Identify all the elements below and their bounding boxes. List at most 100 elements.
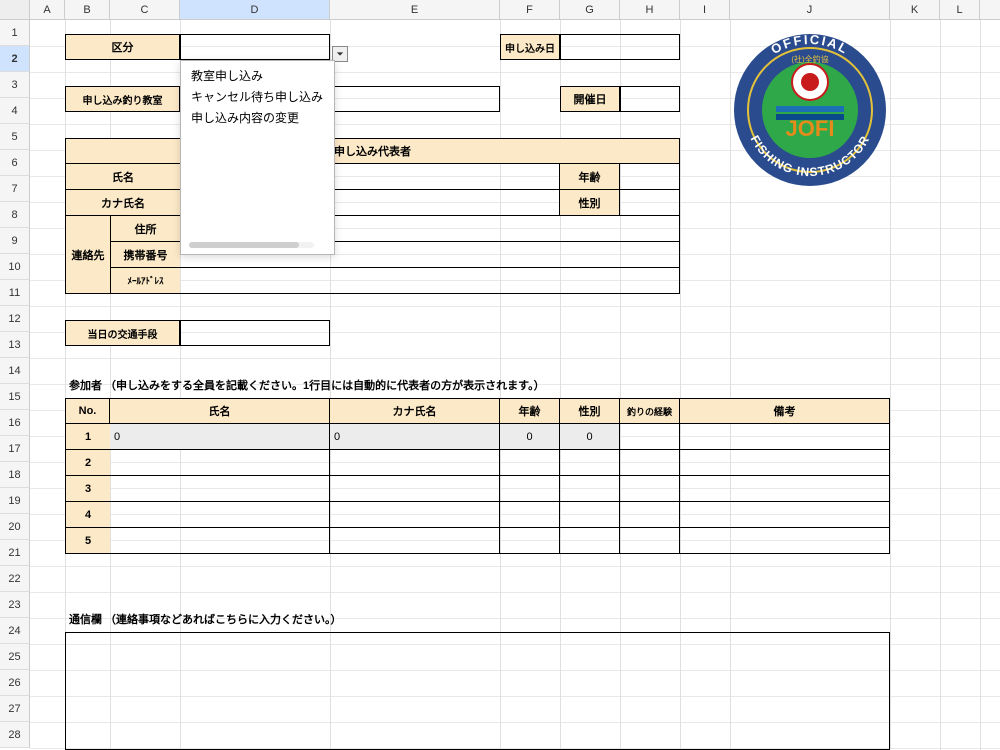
participant-cell-nenrei[interactable] <box>500 502 560 528</box>
participant-cell-biko[interactable] <box>680 450 890 476</box>
input-kubun[interactable] <box>180 34 330 60</box>
col-header-K[interactable]: K <box>890 0 940 19</box>
row-header-9[interactable]: 9 <box>0 228 30 254</box>
row-header-16[interactable]: 16 <box>0 410 30 436</box>
row-header-1[interactable]: 1 <box>0 20 30 46</box>
participant-cell-shimei[interactable] <box>110 502 330 528</box>
column-headers: ABCDEFGHIJKL <box>0 0 1000 20</box>
dropdown-scroll-thumb[interactable] <box>189 242 299 248</box>
row-header-19[interactable]: 19 <box>0 488 30 514</box>
row-header-25[interactable]: 25 <box>0 644 30 670</box>
participant-cell-seibetsu[interactable]: 0 <box>560 424 620 450</box>
label-kana: カナ氏名 <box>65 190 180 216</box>
input-seibetsu[interactable] <box>620 190 680 216</box>
participant-cell-kana[interactable] <box>330 502 500 528</box>
row-header-23[interactable]: 23 <box>0 592 30 618</box>
row-header-3[interactable]: 3 <box>0 72 30 98</box>
participant-cell-shimei[interactable] <box>110 476 330 502</box>
col-header-J[interactable]: J <box>730 0 890 19</box>
participant-cell-seibetsu[interactable] <box>560 476 620 502</box>
input-kaisaibi[interactable] <box>620 86 680 112</box>
input-mail[interactable] <box>180 268 680 294</box>
participant-cell-seibetsu[interactable] <box>560 502 620 528</box>
row-header-6[interactable]: 6 <box>0 150 30 176</box>
row-header-22[interactable]: 22 <box>0 566 30 592</box>
participant-cell-shimei[interactable] <box>110 528 330 554</box>
participant-cell-nenrei[interactable] <box>500 450 560 476</box>
row-header-8[interactable]: 8 <box>0 202 30 228</box>
col-header-D[interactable]: D <box>180 0 330 19</box>
participant-cell-shimei[interactable] <box>110 450 330 476</box>
participant-cell-keiken[interactable] <box>620 424 680 450</box>
col-header-L[interactable]: L <box>940 0 980 19</box>
participant-cell-biko[interactable] <box>680 502 890 528</box>
input-nenrei[interactable] <box>620 164 680 190</box>
row-header-24[interactable]: 24 <box>0 618 30 644</box>
label-jusho: 住所 <box>110 216 180 242</box>
participant-cell-seibetsu[interactable] <box>560 528 620 554</box>
participant-no: 4 <box>65 502 110 528</box>
select-all-corner[interactable] <box>0 0 30 19</box>
participant-cell-kana[interactable] <box>330 450 500 476</box>
row-header-20[interactable]: 20 <box>0 514 30 540</box>
label-kubun: 区分 <box>65 34 180 60</box>
row-header-11[interactable]: 11 <box>0 280 30 306</box>
dropdown-list[interactable]: 教室申し込み キャンセル待ち申し込み 申し込み内容の変更 <box>180 60 335 255</box>
row-header-27[interactable]: 27 <box>0 696 30 722</box>
col-header-G[interactable]: G <box>560 0 620 19</box>
row-header-15[interactable]: 15 <box>0 384 30 410</box>
participant-cell-shimei[interactable]: 0 <box>110 424 330 450</box>
row-header-7[interactable]: 7 <box>0 176 30 202</box>
participant-cell-nenrei[interactable]: 0 <box>500 424 560 450</box>
col-header-B[interactable]: B <box>65 0 110 19</box>
col-header-H[interactable]: H <box>620 0 680 19</box>
row-header-2[interactable]: 2 <box>0 46 30 72</box>
label-keitai: 携帯番号 <box>110 242 180 268</box>
participant-cell-seibetsu[interactable] <box>560 450 620 476</box>
col-header-I[interactable]: I <box>680 0 730 19</box>
participant-cell-biko[interactable] <box>680 528 890 554</box>
chevron-down-icon <box>336 50 344 58</box>
row-header-26[interactable]: 26 <box>0 670 30 696</box>
row-header-18[interactable]: 18 <box>0 462 30 488</box>
dropdown-option[interactable]: 申し込み内容の変更 <box>181 107 334 128</box>
th-shimei: 氏名 <box>110 398 330 424</box>
participant-cell-keiken[interactable] <box>620 450 680 476</box>
row-header-13[interactable]: 13 <box>0 332 30 358</box>
row-header-12[interactable]: 12 <box>0 306 30 332</box>
participant-cell-nenrei[interactable] <box>500 528 560 554</box>
th-no: No. <box>65 398 110 424</box>
col-header-E[interactable]: E <box>330 0 500 19</box>
participant-cell-keiken[interactable] <box>620 476 680 502</box>
th-kana: カナ氏名 <box>330 398 500 424</box>
participant-cell-kana[interactable] <box>330 528 500 554</box>
th-keiken: 釣りの経験 <box>620 398 680 424</box>
participant-cell-keiken[interactable] <box>620 502 680 528</box>
participant-cell-keiken[interactable] <box>620 528 680 554</box>
row-header-4[interactable]: 4 <box>0 98 30 124</box>
row-header-21[interactable]: 21 <box>0 540 30 566</box>
label-tsushin: 通信欄 （連絡事項などあればこちらに入力ください。） <box>65 606 765 632</box>
row-header-10[interactable]: 10 <box>0 254 30 280</box>
input-tsushin[interactable] <box>65 632 890 750</box>
col-header-C[interactable]: C <box>110 0 180 19</box>
col-header-F[interactable]: F <box>500 0 560 19</box>
input-kotsu[interactable] <box>180 320 330 346</box>
label-seibetsu: 性別 <box>560 190 620 216</box>
participant-cell-kana[interactable] <box>330 476 500 502</box>
dropdown-option[interactable]: キャンセル待ち申し込み <box>181 86 334 107</box>
participant-cell-nenrei[interactable] <box>500 476 560 502</box>
input-moshikomibi[interactable] <box>560 34 680 60</box>
row-header-28[interactable]: 28 <box>0 722 30 748</box>
participant-cell-biko[interactable] <box>680 424 890 450</box>
col-header-A[interactable]: A <box>30 0 65 19</box>
row-header-14[interactable]: 14 <box>0 358 30 384</box>
sheet-canvas[interactable]: 区分 申し込み日 申し込み釣り教室 開催日 申し込み代表者 氏名 年齢 カナ氏名… <box>30 20 1000 750</box>
row-header-5[interactable]: 5 <box>0 124 30 150</box>
participant-cell-kana[interactable]: 0 <box>330 424 500 450</box>
label-mail: ﾒｰﾙｱﾄﾞﾚｽ <box>110 268 180 294</box>
label-kotsu: 当日の交通手段 <box>65 320 180 346</box>
row-header-17[interactable]: 17 <box>0 436 30 462</box>
dropdown-option[interactable]: 教室申し込み <box>181 65 334 86</box>
participant-cell-biko[interactable] <box>680 476 890 502</box>
